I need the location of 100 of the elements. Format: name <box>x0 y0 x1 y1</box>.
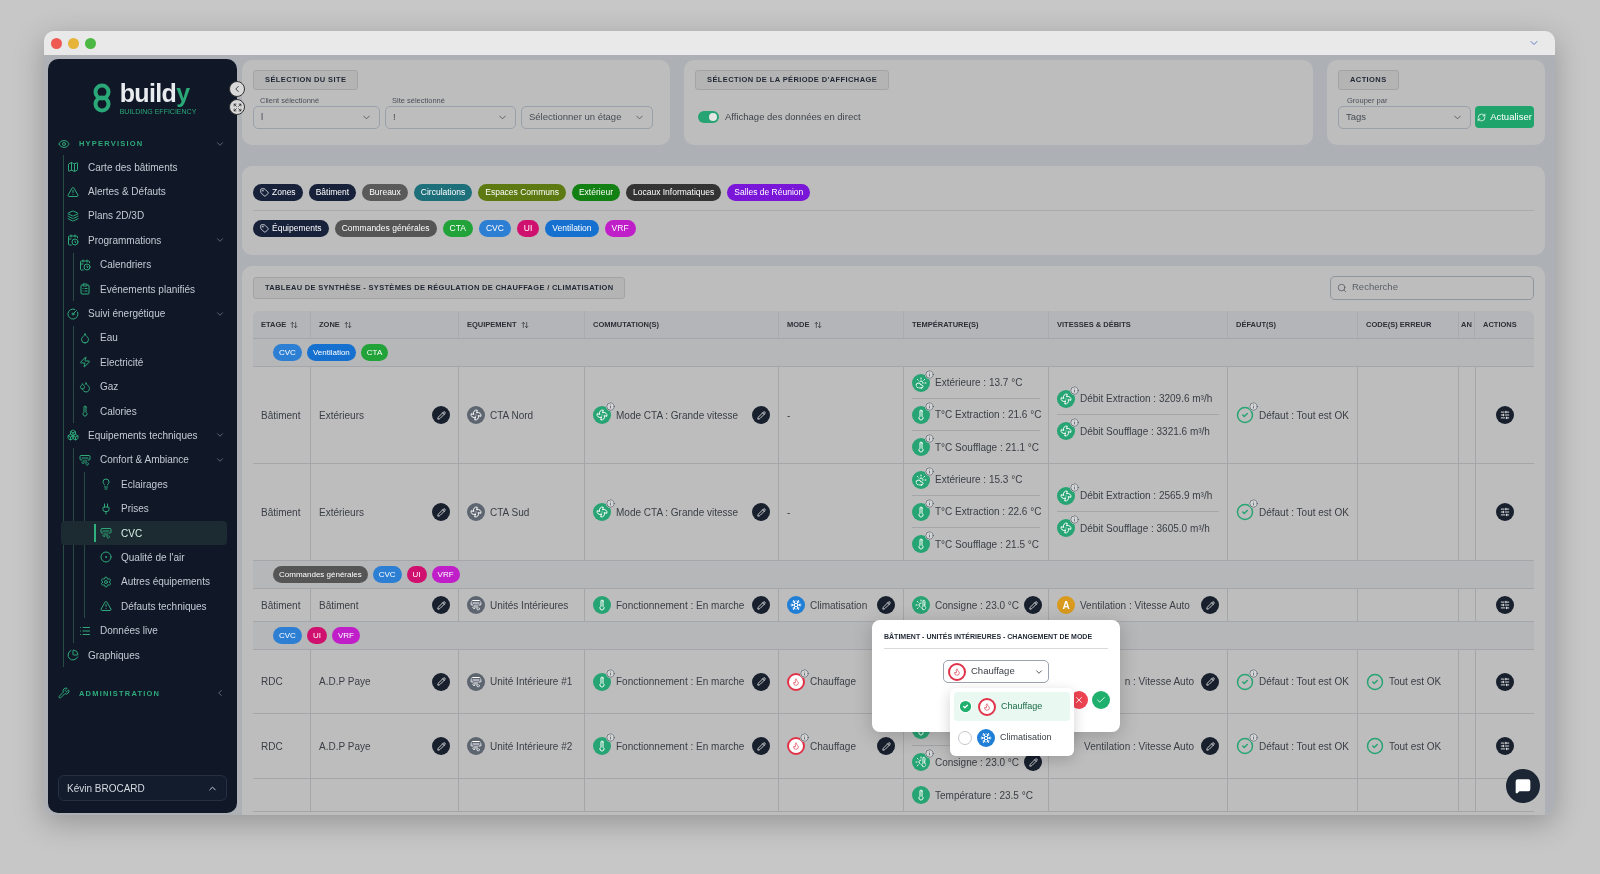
table-cell-text: A.D.P Paye <box>319 739 371 754</box>
tag[interactable]: CVC <box>273 344 302 361</box>
cell-value: n : Vitesse Auto <box>1124 675 1194 689</box>
tag[interactable]: Commandes générales <box>334 219 437 237</box>
table-cell-text: A.D.P Paye <box>319 675 371 689</box>
sidebar-item[interactable]: Programmations <box>49 228 227 253</box>
table-cell-text: RDC <box>261 675 283 689</box>
tag[interactable]: Circulations <box>413 184 473 201</box>
cell-value: Ventilation : Vitesse Auto <box>1084 739 1194 754</box>
tag[interactable]: Bureaux <box>362 184 408 201</box>
cell-value: Consigne : 23.0 °C <box>935 755 1020 770</box>
tag[interactable]: CVC <box>372 566 402 583</box>
cell-value: Climatisation <box>810 598 868 613</box>
select-field[interactable]: ! <box>385 106 516 129</box>
sidebar-item[interactable]: Electricité <box>50 350 227 375</box>
table-cell-text: Défaut : Tout est OK <box>1259 408 1349 423</box>
sidebar-item[interactable]: Données live <box>50 618 227 643</box>
tag[interactable]: UI <box>306 627 327 644</box>
cell-value: Extérieure : 15.3 °C <box>935 473 1023 487</box>
tag[interactable]: VRF <box>431 566 460 583</box>
cell-value: Fonctionnement : En marche <box>616 739 745 754</box>
sidebar-item[interactable]: Autres équipements <box>61 569 227 595</box>
tag[interactable]: VRF <box>331 627 360 644</box>
table-cell-text: Bâtiment <box>261 408 301 423</box>
table-cell-text: Tout est OK <box>1389 675 1442 689</box>
sidebar-item[interactable]: Gaz <box>50 374 227 399</box>
cell-value: Ventilation : Vitesse Auto <box>1080 598 1190 613</box>
toggle-label: Affichage des données en direct <box>725 110 861 124</box>
tag[interactable]: UI <box>516 219 540 237</box>
cell-value: Mode CTA : Grande vitesse <box>616 505 739 520</box>
sidebar-item[interactable]: Eau <box>50 325 227 351</box>
cell-value: T°C Soufflage : 21.1 °C <box>935 440 1039 455</box>
search-field[interactable]: Recherche <box>1330 275 1534 300</box>
tag[interactable]: Zones <box>253 184 303 201</box>
cell-value: Débit Soufflage : 3605.0 m³/h <box>1080 521 1210 536</box>
sidebar-item[interactable]: Evénements planifiés <box>50 276 227 302</box>
sidebar-item[interactable]: Calories <box>50 398 227 424</box>
sidebar-item[interactable]: Plans 2D/3D <box>49 203 227 229</box>
cell-value: Consigne : 23.0 °C <box>935 598 1020 613</box>
table-cell-text: Défaut : Tout est OK <box>1259 739 1349 754</box>
sidebar-item[interactable]: CVC <box>61 520 227 546</box>
sidebar-item[interactable]: Eclairages <box>61 472 227 497</box>
mode-select[interactable]: Chauffage <box>943 660 1049 683</box>
select-field[interactable]: Tags <box>1338 106 1471 129</box>
sidebar-item[interactable]: Graphiques <box>49 642 227 668</box>
table-cell-text: Unités Intérieures <box>490 598 569 613</box>
cell-value: T°C Extraction : 22.6 °C <box>935 505 1042 519</box>
cell-value: Fonctionnement : En marche <box>616 675 745 689</box>
tag[interactable]: Ventilation <box>306 344 356 361</box>
cell-value: - <box>787 505 791 520</box>
cell-value: Débit Extraction : 2565.9 m³/h <box>1080 489 1213 503</box>
cell-value: Chauffage <box>810 675 856 689</box>
table-cell-text: Extérieurs <box>319 505 364 520</box>
tag[interactable]: Commandes générales <box>273 566 368 583</box>
cell-value: Température : 23.5 °C <box>935 788 1033 803</box>
tag[interactable]: Équipements <box>253 219 329 237</box>
tag[interactable]: UI <box>406 566 427 583</box>
user-menu[interactable]: Kévin BROCARD <box>58 775 227 801</box>
cell-value: Débit Soufflage : 3321.6 m³/h <box>1080 424 1210 439</box>
select-field[interactable]: l <box>253 106 380 129</box>
table-cell-text: Unité Intérieure #2 <box>490 739 573 754</box>
sidebar-item[interactable]: Qualité de l'air <box>61 545 227 570</box>
tag[interactable]: Salles de Réunion <box>727 184 811 201</box>
tag[interactable]: Bâtiment <box>308 184 357 201</box>
sidebar-item[interactable]: Prises <box>61 496 227 521</box>
sidebar-item[interactable]: Calendriers <box>50 252 227 277</box>
sidebar-item[interactable]: Equipements techniques <box>49 423 227 448</box>
sidebar-item[interactable]: Alertes & Défauts <box>49 179 227 204</box>
dropdown-option[interactable]: Chauffage <box>954 692 1070 721</box>
sidebar-item[interactable]: Carte des bâtiments <box>49 155 227 180</box>
tag[interactable]: CVC <box>478 219 511 237</box>
cell-value: Chauffage <box>810 739 856 754</box>
sidebar-item[interactable]: Défauts techniques <box>61 594 227 619</box>
dropdown-option[interactable]: Climatisation <box>954 723 1070 752</box>
tag[interactable]: Extérieur <box>571 184 620 201</box>
select-field[interactable]: Sélectionner un étage <box>521 106 653 129</box>
table-cell-text: CTA Nord <box>490 408 534 423</box>
tag[interactable]: CVC <box>273 627 302 644</box>
cell-value: Fonctionnement : En marche <box>616 598 745 613</box>
sidebar-item[interactable]: Suivi énergétique <box>49 301 227 326</box>
table-cell-text: Bâtiment <box>261 505 301 520</box>
table-cell-text: Tout est OK <box>1389 739 1442 754</box>
table-cell-text: Défaut : Tout est OK <box>1259 505 1349 520</box>
mode-badge: A <box>1057 596 1075 614</box>
cell-value: Mode CTA : Grande vitesse <box>616 408 739 423</box>
table-cell-text: Bâtiment <box>319 598 359 613</box>
cell-value: Extérieure : 13.7 °C <box>935 376 1023 390</box>
table-cell-text: Extérieurs <box>319 408 364 423</box>
tag[interactable]: Espaces Communs <box>478 184 566 201</box>
tag[interactable]: Locaux Informatiques <box>625 184 722 201</box>
tag[interactable]: Ventilation <box>545 219 599 237</box>
cell-value: Débit Extraction : 3209.6 m³/h <box>1080 392 1213 406</box>
cell-value: T°C Extraction : 21.6 °C <box>935 408 1042 422</box>
table-cell-text: CTA Sud <box>490 505 530 520</box>
table-cell-text: Défaut : Tout est OK <box>1259 675 1349 689</box>
sidebar-item[interactable]: Confort & Ambiance <box>50 447 227 473</box>
tag[interactable]: VRF <box>604 219 636 237</box>
table-cell-text: Unité Intérieure #1 <box>490 675 573 689</box>
table-cell-text: RDC <box>261 739 283 754</box>
cell-value: - <box>787 408 791 423</box>
